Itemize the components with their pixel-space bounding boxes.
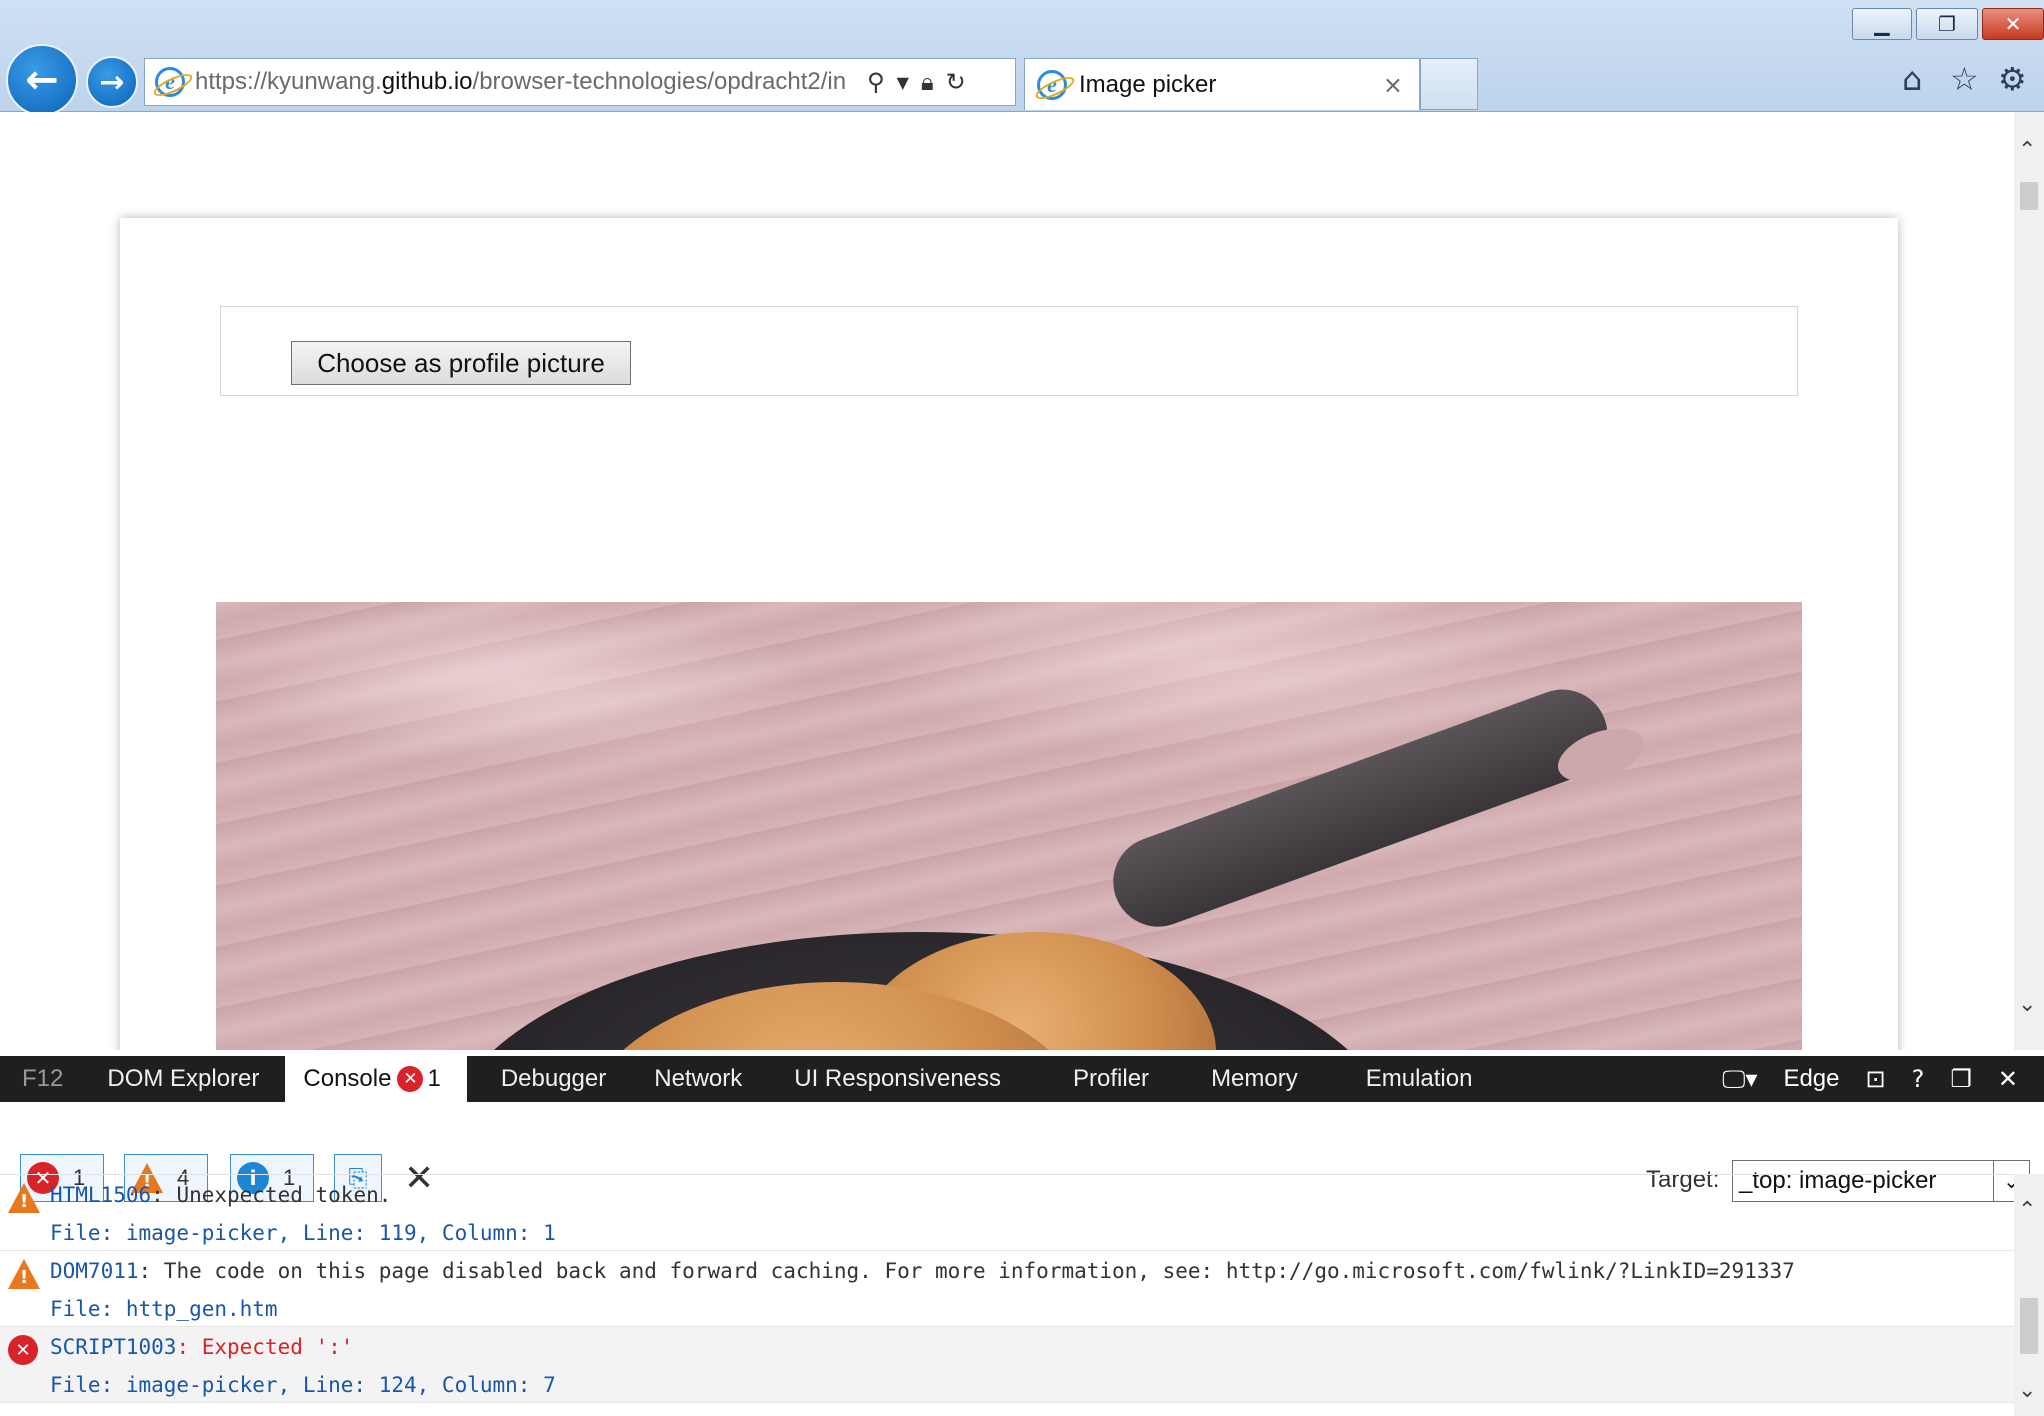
- new-tab-button[interactable]: [1420, 58, 1478, 110]
- tab-close-icon[interactable]: ×: [1383, 71, 1403, 99]
- content-card: Choose as profile picture: [120, 218, 1898, 1050]
- document-mode-icon[interactable]: 🖵︎▾: [1722, 1065, 1757, 1093]
- developer-tools: F12 DOM Explorer Console ✕ 1 Debugger Ne…: [0, 1056, 2044, 1416]
- message-source[interactable]: File: image-picker, Line: 119, Column: 1: [50, 1221, 556, 1245]
- picker-form: Choose as profile picture: [220, 306, 1798, 396]
- warning-icon: !: [8, 1183, 40, 1213]
- console-message[interactable]: ! HTML1506: Unexpected token. File: imag…: [0, 1175, 2014, 1251]
- scroll-thumb[interactable]: [2020, 182, 2038, 210]
- tab-title: Image picker: [1079, 70, 1217, 98]
- undock-icon[interactable]: ❐: [1950, 1065, 1972, 1093]
- cookie-skillet-photo: [216, 602, 1802, 1050]
- gear-icon[interactable]: ⚙: [1998, 60, 2027, 98]
- message-code[interactable]: SCRIPT1003: [50, 1335, 176, 1359]
- minimize-button[interactable]: ▁: [1852, 8, 1912, 40]
- tab-debugger[interactable]: Debugger: [467, 1056, 636, 1102]
- tab-ui-responsiveness[interactable]: UI Responsiveness: [776, 1056, 1055, 1102]
- url-text[interactable]: https://kyunwang.github.io/browser-techn…: [195, 68, 855, 96]
- console-message[interactable]: ✕ SCRIPT1003: Expected ':' File: image-p…: [0, 1327, 2014, 1403]
- document-mode-value[interactable]: Edge: [1783, 1065, 1839, 1093]
- message-source[interactable]: File: image-picker, Line: 124, Column: 7: [50, 1373, 556, 1397]
- devtools-right-controls: 🖵︎▾ Edge ⊡ ? ❐ ✕: [1722, 1056, 2044, 1102]
- ie-logo-icon: e: [1037, 69, 1067, 100]
- error-icon: ✕: [8, 1335, 38, 1365]
- message-text: : The code on this page disabled back an…: [138, 1259, 1795, 1283]
- dropdown-icon[interactable]: ▼: [897, 73, 909, 92]
- message-source[interactable]: File: http_gen.htm: [50, 1297, 278, 1321]
- message-text: : Expected ':': [176, 1335, 354, 1359]
- scroll-up-icon[interactable]: ⌃: [2018, 138, 2036, 163]
- tab-f12: F12: [0, 1056, 89, 1102]
- tab-label: DOM Explorer: [107, 1065, 260, 1092]
- url-path: /browser-technologies/opdracht2/in: [472, 68, 847, 95]
- tab-label: Console: [303, 1065, 392, 1092]
- address-bar[interactable]: e https://kyunwang.github.io/browser-tec…: [144, 58, 1016, 106]
- console-scrollbar[interactable]: ⌃ ⌄: [2014, 1174, 2044, 1416]
- restore-icon: ❐: [1938, 12, 1956, 36]
- tab-console[interactable]: Console ✕ 1: [285, 1056, 467, 1102]
- console-toggle-icon[interactable]: ⊡: [1866, 1065, 1886, 1093]
- tab-label: UI Responsiveness: [794, 1065, 1002, 1092]
- message-line: HTML1506: Unexpected token.: [50, 1183, 391, 1207]
- minimize-icon: ▁: [1874, 12, 1890, 36]
- page-viewport: Choose as profile picture: [0, 112, 2014, 1050]
- close-icon: ✕: [2004, 12, 2022, 36]
- search-icon[interactable]: ⚲: [867, 68, 885, 96]
- tab-label: Memory: [1211, 1065, 1298, 1092]
- scroll-thumb[interactable]: [2020, 1298, 2038, 1354]
- ie-logo-icon: e: [155, 67, 185, 97]
- message-code[interactable]: HTML1506: [50, 1183, 151, 1207]
- choose-profile-picture-button[interactable]: Choose as profile picture: [291, 341, 631, 385]
- message-line: SCRIPT1003: Expected ':': [50, 1335, 353, 1359]
- tab-dom-explorer[interactable]: DOM Explorer: [89, 1056, 285, 1102]
- tab-profiler[interactable]: Profiler: [1055, 1056, 1193, 1102]
- tab-label: Profiler: [1073, 1065, 1150, 1092]
- message-text: : Unexpected token.: [151, 1183, 392, 1207]
- refresh-icon[interactable]: ↻: [946, 68, 966, 96]
- lock-icon[interactable]: 🔒︎: [921, 68, 934, 96]
- restore-button[interactable]: ❐: [1916, 8, 1978, 40]
- tab-network[interactable]: Network: [636, 1056, 776, 1102]
- page-scrollbar[interactable]: ⌃ ⌄: [2014, 112, 2044, 1050]
- tab-label: Debugger: [500, 1065, 607, 1092]
- message-code[interactable]: DOM7011: [50, 1259, 139, 1283]
- scroll-down-icon[interactable]: ⌄: [2018, 992, 2036, 1017]
- console-output: ! HTML1506: Unexpected token. File: imag…: [0, 1174, 2014, 1416]
- scroll-down-icon[interactable]: ⌄: [2018, 1378, 2036, 1403]
- message-line: DOM7011: The code on this page disabled …: [50, 1259, 1795, 1283]
- back-button[interactable]: ←: [6, 44, 78, 116]
- warning-icon: !: [8, 1259, 40, 1289]
- tab-label: F12: [22, 1065, 64, 1092]
- home-icon[interactable]: ⌂: [1902, 60, 1922, 98]
- help-icon[interactable]: ?: [1912, 1065, 1925, 1093]
- tab-emulation[interactable]: Emulation: [1348, 1056, 1491, 1102]
- browser-chrome: ▁ ❐ ✕ ← → e https://kyunwang.github.io/b…: [0, 0, 2044, 116]
- forward-button[interactable]: →: [86, 56, 138, 108]
- tab-memory[interactable]: Memory: [1193, 1056, 1348, 1102]
- back-arrow-icon: ←: [25, 57, 59, 103]
- tab-label: Emulation: [1365, 1065, 1473, 1092]
- tab-label: Network: [654, 1065, 743, 1092]
- forward-arrow-icon: →: [99, 64, 125, 100]
- scroll-up-icon[interactable]: ⌃: [2018, 1198, 2036, 1223]
- close-window-button[interactable]: ✕: [1982, 8, 2044, 40]
- tab-image-picker[interactable]: e Image picker ×: [1024, 58, 1420, 110]
- url-prefix: https://kyunwang.: [195, 68, 382, 95]
- console-message[interactable]: ! DOM7011: The code on this page disable…: [0, 1251, 2014, 1327]
- console-error-count: 1: [427, 1065, 441, 1092]
- close-devtools-icon[interactable]: ✕: [1998, 1065, 2018, 1093]
- devtools-tab-bar: F12 DOM Explorer Console ✕ 1 Debugger Ne…: [0, 1056, 2044, 1102]
- star-icon[interactable]: ☆: [1950, 60, 1979, 98]
- error-icon: ✕: [397, 1066, 424, 1092]
- url-domain: github.io: [381, 68, 473, 95]
- pan-handle: [1100, 676, 1621, 940]
